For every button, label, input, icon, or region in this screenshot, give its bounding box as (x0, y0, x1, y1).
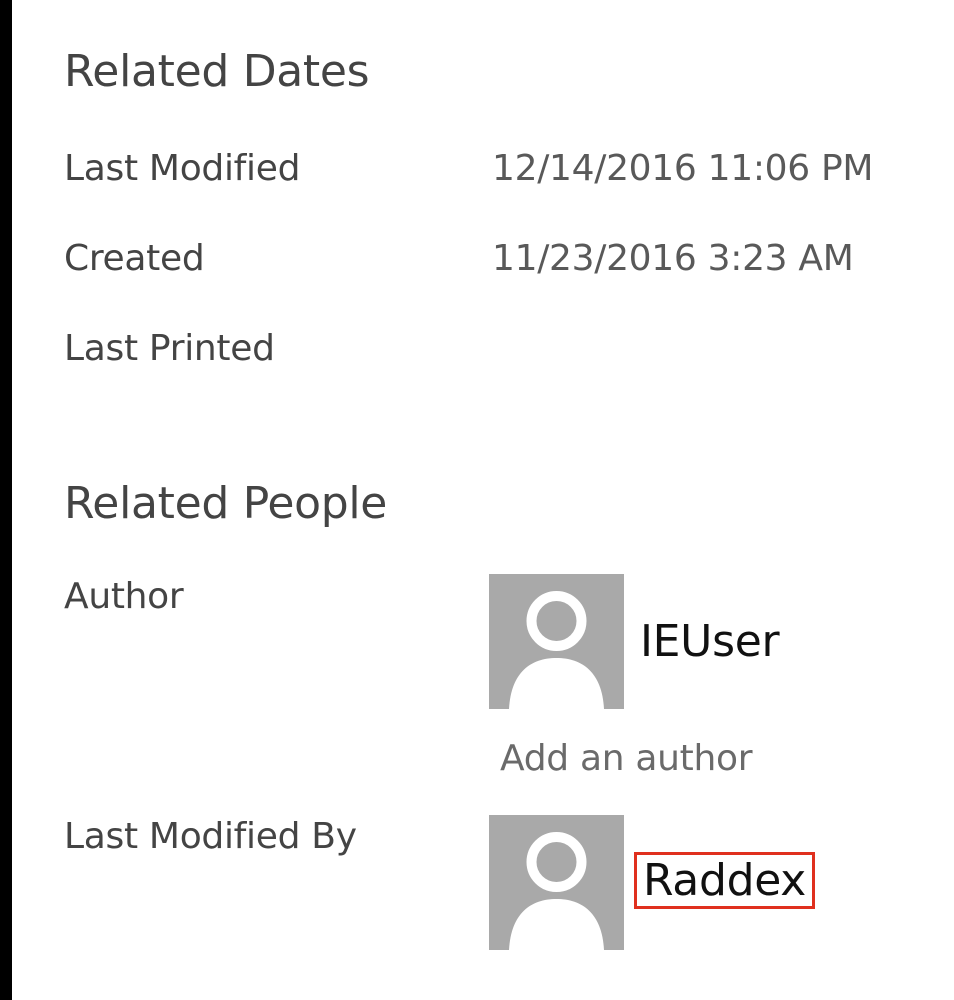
last-modified-by-avatar[interactable] (489, 815, 624, 950)
properties-panel: Related Dates Last Modified 12/14/2016 1… (12, 0, 954, 1000)
author-name[interactable]: IEUser (640, 616, 780, 667)
author-avatar[interactable] (489, 574, 624, 709)
related-people-heading: Related People (64, 478, 388, 529)
author-label: Author (64, 576, 184, 617)
last-modified-by-label: Last Modified By (64, 816, 357, 857)
last-printed-label: Last Printed (64, 328, 275, 369)
last-modified-label: Last Modified (64, 148, 301, 189)
last-modified-value: 12/14/2016 11:06 PM (492, 148, 874, 189)
add-author-link[interactable]: Add an author (500, 738, 753, 779)
person-icon (509, 591, 604, 709)
created-label: Created (64, 238, 205, 279)
created-value: 11/23/2016 3:23 AM (492, 238, 854, 279)
person-icon (509, 832, 604, 950)
last-modified-by-name[interactable]: Raddex (634, 852, 815, 909)
related-dates-heading: Related Dates (64, 46, 370, 97)
